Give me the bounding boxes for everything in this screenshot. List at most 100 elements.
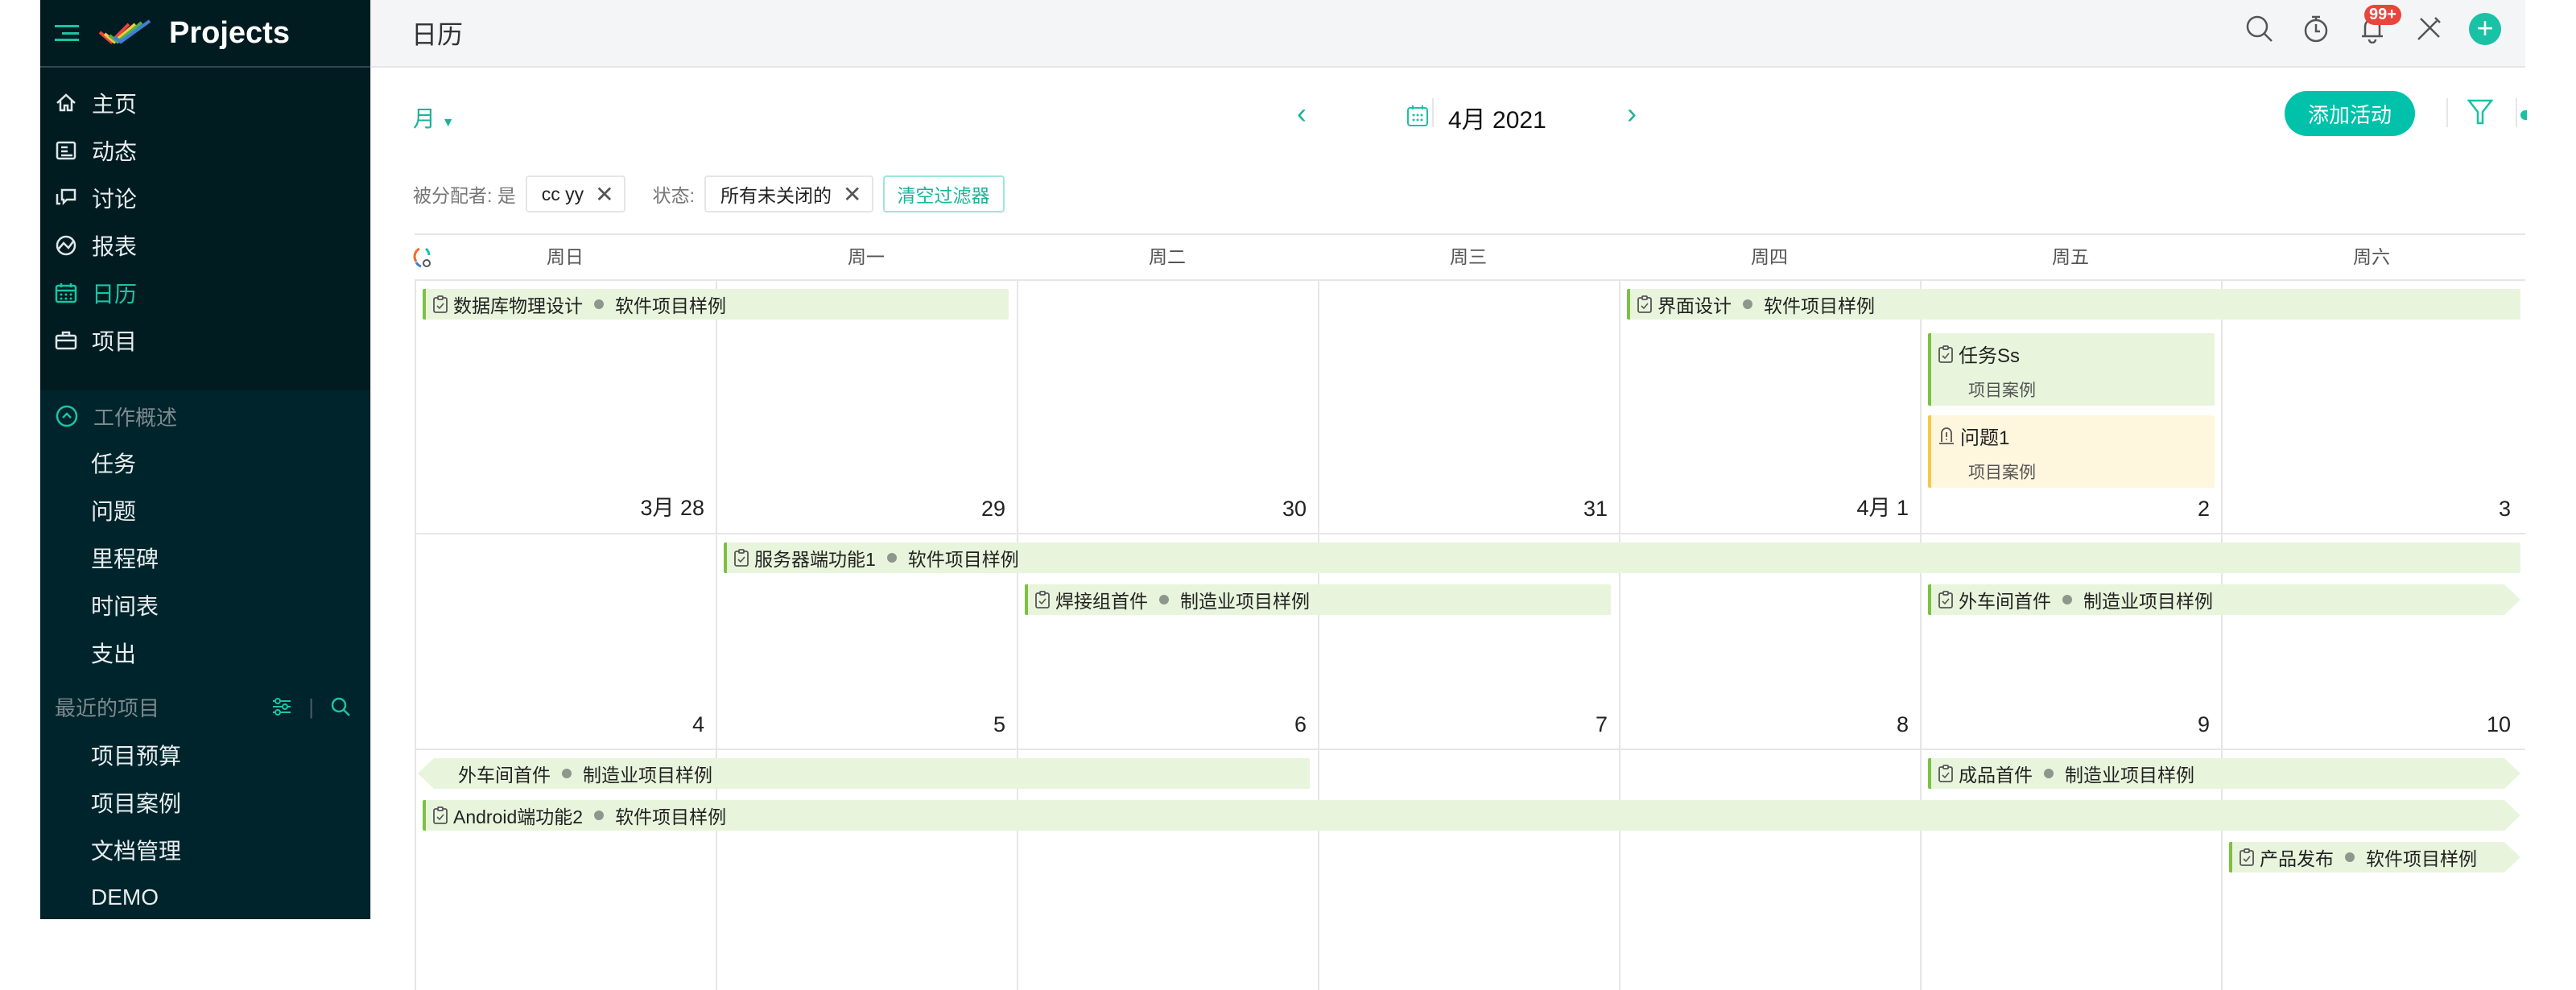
sidebar-subitem[interactable]: 时间表	[40, 581, 370, 629]
task-icon	[1637, 295, 1653, 314]
calendar-icon	[55, 282, 77, 304]
day-number: 4	[692, 712, 704, 737]
recent-project-item[interactable]: 项目案例	[40, 778, 370, 826]
weekday-header: 周六	[2221, 235, 2522, 279]
sidebar-item-label: 项目	[92, 324, 137, 357]
recent-project-item[interactable]: 项目预算	[40, 731, 370, 778]
settings-button[interactable]	[2413, 13, 2445, 45]
sidebar-item-briefcase[interactable]: 项目	[40, 316, 370, 364]
event-project: 软件项目样例	[2366, 844, 2477, 871]
calendar-event[interactable]: 外车间首件制造业项目样例	[1928, 584, 2520, 615]
event-title: 数据库物理设计	[453, 291, 583, 318]
stopwatch-icon	[2302, 14, 2330, 43]
calendar-event[interactable]: 服务器端功能1软件项目样例	[724, 542, 2520, 573]
filter-icon[interactable]	[2467, 98, 2493, 126]
event-project: 软件项目样例	[615, 291, 726, 318]
next-month-button[interactable]: ›	[1627, 97, 1637, 130]
event-project: 制造业项目样例	[2083, 586, 2213, 613]
search-icon	[2245, 14, 2274, 43]
sidebar-subitem[interactable]: 里程碑	[40, 534, 370, 581]
recent-project-item[interactable]: 文档管理	[40, 826, 370, 873]
day-cell[interactable]	[1318, 750, 1619, 990]
task-icon	[1938, 764, 1954, 783]
search-icon[interactable]	[330, 696, 351, 717]
sidebar-item-label: 讨论	[92, 182, 137, 214]
calendar-event[interactable]: 焊接组首件制造业项目样例	[1025, 584, 1611, 615]
event-project: 软件项目样例	[1764, 291, 1875, 318]
search-button[interactable]	[2244, 13, 2276, 45]
page-header: 日历 99+ +	[371, 0, 2525, 68]
section-work-overview[interactable]: 工作概述	[40, 394, 370, 439]
event-project: 软件项目样例	[615, 802, 726, 829]
event-title: 焊接组首件	[1055, 586, 1148, 613]
notification-badge: 99+	[2364, 5, 2401, 25]
event-title: 外车间首件	[458, 760, 551, 787]
close-icon[interactable]: ✕	[843, 181, 861, 208]
sidebar-item-report[interactable]: 报表	[40, 221, 370, 269]
day-number: 3月 28	[640, 490, 704, 522]
logo-icon	[98, 19, 155, 47]
date-picker-icon[interactable]	[1406, 105, 1429, 127]
separator-dot	[1743, 299, 1752, 309]
task-icon	[432, 295, 448, 314]
close-icon[interactable]: ✕	[595, 181, 613, 208]
sidebar-item-label: 动态	[92, 134, 137, 167]
recent-projects-list: 项目预算项目案例文档管理DEMO	[40, 731, 370, 921]
day-number: 2	[2198, 497, 2210, 522]
task-card[interactable]: 任务Ss项目案例	[1928, 333, 2215, 406]
page-title: 日历	[411, 14, 463, 52]
task-icon	[1938, 344, 1954, 364]
calendar-event[interactable]: 界面设计软件项目样例	[1627, 289, 2520, 320]
home-icon	[55, 92, 77, 114]
sidebar-item-home[interactable]: 主页	[40, 79, 370, 126]
day-cell[interactable]: 30	[1017, 281, 1318, 533]
calendar-event[interactable]: 产品发布软件项目样例	[2229, 842, 2520, 872]
calendar-event[interactable]: 外车间首件制造业项目样例	[418, 758, 1310, 789]
sidebar-item-calendar[interactable]: 日历	[40, 269, 370, 316]
brand-name: Projects	[169, 16, 290, 51]
separator-dot	[887, 553, 897, 563]
day-number: 31	[1583, 497, 1608, 522]
prev-month-button[interactable]: ‹	[1297, 97, 1307, 130]
event-title: 成品首件	[1959, 760, 2033, 787]
weekday-header: 周一	[716, 235, 1017, 279]
issue-card[interactable]: 问题1项目案例	[1928, 415, 2215, 488]
task-icon	[1938, 590, 1954, 609]
calendar-event[interactable]: 成品首件制造业项目样例	[1928, 758, 2520, 789]
main-nav: 主页动态讨论报表日历项目	[40, 68, 370, 390]
separator-dot	[594, 811, 604, 820]
day-number: 3	[2499, 497, 2511, 522]
day-number: 30	[1282, 497, 1307, 522]
separator-dot	[2062, 595, 2072, 604]
more-button[interactable]	[2520, 110, 2527, 120]
view-label: 月	[413, 106, 436, 131]
view-selector[interactable]: 月 ▼	[413, 101, 455, 134]
sidebar-item-discussion[interactable]: 讨论	[40, 174, 370, 221]
calendar-week: 45678910服务器端功能1软件项目样例焊接组首件制造业项目样例外车间首件制造…	[415, 533, 2525, 749]
task-icon	[432, 806, 448, 825]
sidebar-subitem[interactable]: 支出	[40, 629, 370, 676]
add-activity-button[interactable]: 添加活动	[2285, 91, 2415, 136]
day-cell[interactable]: 4	[415, 534, 716, 749]
status-filter-label: 状态:	[653, 180, 695, 208]
notifications-button[interactable]: 99+	[2356, 13, 2388, 45]
calendar-event[interactable]: Android端功能2 软件项目样例	[423, 800, 2520, 831]
recent-project-item[interactable]: DEMO	[40, 873, 370, 921]
weekday-header: 周四	[1619, 235, 1920, 279]
menu-icon[interactable]	[55, 25, 79, 41]
sidebar-item-feed[interactable]: 动态	[40, 126, 370, 174]
event-title: Android端功能2	[453, 802, 583, 829]
task-icon	[2239, 848, 2255, 867]
sidebar-subitem[interactable]: 问题	[40, 486, 370, 534]
chevron-up-circle-icon	[55, 404, 79, 428]
day-cell[interactable]	[1619, 750, 1920, 990]
timer-button[interactable]	[2300, 13, 2332, 45]
clear-filters-button[interactable]: 清空过滤器	[883, 175, 1005, 212]
sidebar-subitem[interactable]: 任务	[40, 439, 370, 486]
day-cell[interactable]: 31	[1318, 281, 1619, 533]
quick-add-button[interactable]: +	[2469, 13, 2501, 45]
filter-settings-icon[interactable]	[271, 698, 292, 716]
calendar-event[interactable]: 数据库物理设计 软件项目样例	[423, 289, 1009, 320]
sidebar: Projects 主页动态讨论报表日历项目 工作概述 任务问题里程碑时间表支出 …	[40, 0, 370, 919]
card-title: 任务Ss	[1959, 340, 2020, 368]
